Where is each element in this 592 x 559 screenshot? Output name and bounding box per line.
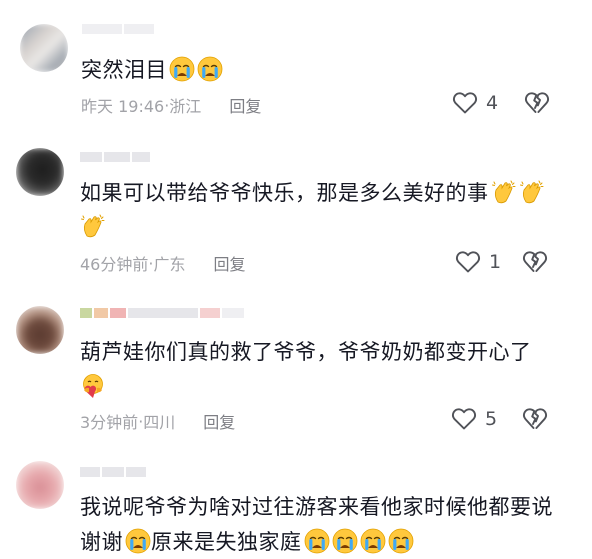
- heart-icon: [455, 250, 481, 274]
- comment-text-content: 谢谢: [80, 530, 123, 554]
- heart-icon: [451, 407, 477, 431]
- clapping-hands-icon: [519, 179, 545, 205]
- reply-button[interactable]: 回复: [229, 93, 261, 117]
- like-count: 1: [489, 251, 502, 273]
- dislike-button[interactable]: [524, 91, 550, 115]
- avatar[interactable]: [16, 148, 64, 196]
- like-count: 5: [485, 408, 498, 430]
- comment-meta: 3分钟前 · 四川 回复: [80, 409, 235, 433]
- comment-text: 如果可以带给爷爷快乐，那是多么美好的事: [80, 176, 545, 210]
- avatar[interactable]: [16, 306, 64, 354]
- comment-text-line2: 谢谢 原来是失独家庭: [80, 525, 414, 559]
- avatar[interactable]: [16, 461, 64, 509]
- clapping-hands-icon: [491, 179, 517, 205]
- username-blurred[interactable]: [80, 150, 150, 164]
- comment-text: 突然泪目: [81, 53, 223, 87]
- comment-text-content: 原来是失独家庭: [151, 530, 302, 554]
- comment-text-line2: [80, 370, 106, 404]
- comment-text-content: 突然泪目: [81, 58, 167, 82]
- username-blurred[interactable]: [80, 306, 244, 320]
- username-blurred[interactable]: [82, 22, 154, 36]
- avatar[interactable]: [20, 24, 68, 72]
- reply-button[interactable]: 回复: [203, 409, 235, 433]
- crying-face-icon: [197, 56, 223, 82]
- comment-location: 浙江: [169, 97, 202, 116]
- broken-heart-icon: [522, 250, 548, 274]
- like-count: 4: [486, 92, 499, 114]
- username-blurred[interactable]: [80, 465, 146, 479]
- heart-icon: [452, 91, 478, 115]
- hugging-heart-icon: [80, 373, 106, 399]
- comment-meta: 昨天 19:46 · 浙江 回复: [81, 93, 261, 117]
- comment-time: 46分钟前: [80, 255, 149, 274]
- crying-face-icon: [125, 528, 151, 554]
- comment-text-content: 如果可以带给爷爷快乐，那是多么美好的事: [80, 181, 489, 205]
- comment-text: 葫芦娃你们真的救了爷爷，爷爷奶奶都变开心了: [80, 335, 532, 369]
- crying-face-icon: [304, 528, 330, 554]
- dislike-button[interactable]: [522, 250, 548, 274]
- dislike-button[interactable]: [522, 407, 548, 431]
- broken-heart-icon: [524, 91, 550, 115]
- comment-location: 广东: [153, 255, 186, 274]
- like-button[interactable]: 4: [452, 91, 498, 115]
- like-button[interactable]: 1: [455, 250, 501, 274]
- comment-meta: 46分钟前 · 广东 回复: [80, 251, 246, 275]
- comment-location: 四川: [143, 413, 176, 432]
- crying-face-icon: [169, 56, 195, 82]
- crying-face-icon: [388, 528, 414, 554]
- clapping-hands-icon: [80, 213, 106, 239]
- comment-time: 昨天 19:46: [81, 97, 165, 116]
- comment-text-content: 我说呢爷爷为啥对过往游客来看他家时候他都要说: [80, 495, 553, 519]
- like-button[interactable]: 5: [451, 407, 497, 431]
- comment-text: 我说呢爷爷为啥对过往游客来看他家时候他都要说: [80, 490, 553, 524]
- crying-face-icon: [332, 528, 358, 554]
- comment-text-line2: [80, 210, 106, 244]
- broken-heart-icon: [522, 407, 548, 431]
- reply-button[interactable]: 回复: [213, 251, 245, 275]
- comment-time: 3分钟前: [80, 413, 139, 432]
- comment-text-content: 葫芦娃你们真的救了爷爷，爷爷奶奶都变开心了: [80, 340, 532, 364]
- crying-face-icon: [360, 528, 386, 554]
